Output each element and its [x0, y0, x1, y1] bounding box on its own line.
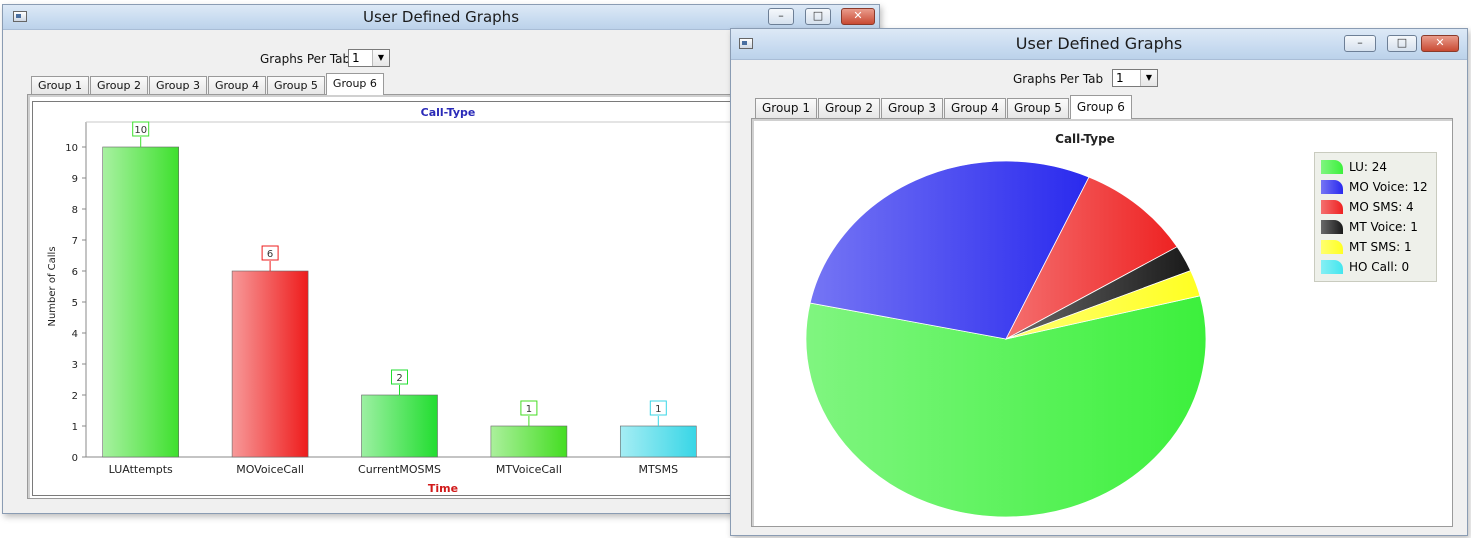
y-tick-label: 6	[72, 267, 78, 278]
graphs-per-tab-value: 1	[1116, 71, 1124, 85]
tab-group-1[interactable]: Group 1	[755, 98, 817, 119]
x-tick-label: CurrentMOSMS	[358, 463, 441, 476]
x-tick-label: MTVoiceCall	[496, 463, 562, 476]
legend-label: MO SMS: 4	[1349, 200, 1414, 214]
tab-strip: Group 1 Group 2 Group 3 Group 4 Group 5 Group…	[31, 73, 385, 95]
plot-frame: Call-Type 0 1 2 3 4 5 6 7 8 9 10 Number of Calls 10 LU…	[32, 101, 739, 496]
y-tick-label: 3	[72, 360, 78, 371]
window-title: User Defined Graphs	[362, 8, 520, 26]
legend-swatch	[1321, 240, 1343, 254]
minimize-button[interactable]: –	[1344, 35, 1376, 52]
bar-movoicecall[interactable]	[231, 270, 309, 458]
legend-item: MO Voice: 12	[1321, 177, 1430, 197]
tab-group-6[interactable]: Group 6	[325, 73, 384, 95]
y-tick-label: 4	[72, 329, 78, 340]
y-tick-label: 10	[65, 143, 78, 154]
data-label: 6	[267, 249, 273, 260]
y-tick-label: 7	[72, 236, 78, 247]
x-axis-label: Time	[428, 482, 458, 495]
legend-swatch	[1321, 220, 1343, 234]
legend-item: LU: 24	[1321, 157, 1430, 177]
bar-luattempts[interactable]	[102, 146, 179, 458]
graphs-per-tab-label: Graphs Per Tab	[260, 52, 351, 66]
y-tick-label: 8	[72, 205, 78, 216]
title-bar[interactable]: User Defined Graphs – □ ✕	[731, 29, 1467, 60]
legend-item: MT SMS: 1	[1321, 237, 1430, 257]
pie-legend: LU: 24 MO Voice: 12 MO SMS: 4 MT Voice: 1 MT…	[1314, 152, 1437, 282]
graphs-per-tab-select[interactable]: 1 ▼	[348, 49, 390, 67]
tab-group-3[interactable]: Group 3	[880, 98, 943, 119]
title-bar[interactable]: User Defined Graphs – □ ✕	[3, 5, 879, 30]
tab-group-2[interactable]: Group 2	[89, 76, 148, 95]
tab-group-5[interactable]: Group 5	[266, 76, 325, 95]
tab-group-4[interactable]: Group 4	[207, 76, 266, 95]
data-label: 10	[134, 125, 147, 136]
legend-label: MT SMS: 1	[1349, 240, 1412, 254]
y-axis-label: Number of Calls	[47, 246, 58, 326]
y-tick-label: 2	[72, 391, 78, 402]
chevron-down-icon[interactable]: ▼	[1140, 70, 1157, 86]
tab-group-6[interactable]: Group 6	[1069, 95, 1132, 119]
maximize-button[interactable]: □	[805, 8, 831, 25]
legend-label: MO Voice: 12	[1349, 180, 1428, 194]
legend-label: MT Voice: 1	[1349, 220, 1418, 234]
x-tick-label: LUAttempts	[109, 463, 173, 476]
tab-strip: Group 1 Group 2 Group 3 Group 4 Group 5 Group…	[755, 95, 1133, 119]
legend-item: MT Voice: 1	[1321, 217, 1430, 237]
close-button[interactable]: ✕	[1421, 35, 1459, 52]
legend-swatch	[1321, 180, 1343, 194]
tab-group-2[interactable]: Group 2	[817, 98, 880, 119]
y-tick-label: 0	[72, 453, 78, 464]
legend-item: MO SMS: 4	[1321, 197, 1430, 217]
chart-title: Call-Type	[1055, 132, 1115, 146]
maximize-button[interactable]: □	[1387, 35, 1417, 52]
bar-mtvoicecall[interactable]	[490, 425, 568, 458]
chevron-down-icon[interactable]: ▼	[372, 50, 389, 66]
data-label: 1	[655, 404, 661, 415]
y-tick-label: 1	[72, 422, 78, 433]
close-button[interactable]: ✕	[841, 8, 875, 25]
y-tick-label: 5	[72, 298, 78, 309]
pie-chart-window: User Defined Graphs – □ ✕ Graphs Per Tab…	[730, 28, 1468, 536]
x-tick-label: MOVoiceCall	[236, 463, 304, 476]
legend-swatch	[1321, 260, 1343, 274]
data-label: 1	[526, 404, 532, 415]
tab-group-4[interactable]: Group 4	[943, 98, 1006, 119]
legend-swatch	[1321, 160, 1343, 174]
graphs-per-tab-select[interactable]: 1 ▼	[1112, 69, 1158, 87]
tab-panel: Call-Type LU: 24 MO Voice: 12 MO SMS: 4 MT …	[751, 118, 1453, 527]
graphs-per-tab-value: 1	[352, 51, 360, 65]
legend-swatch	[1321, 200, 1343, 214]
bar-mtsms[interactable]	[619, 425, 697, 458]
x-tick-label: MTSMS	[638, 463, 678, 476]
y-tick-label: 9	[72, 174, 78, 185]
tab-group-5[interactable]: Group 5	[1006, 98, 1069, 119]
bar-currentmosms[interactable]	[361, 394, 438, 458]
graphs-per-tab-label: Graphs Per Tab	[1013, 72, 1104, 86]
tab-group-3[interactable]: Group 3	[148, 76, 207, 95]
legend-item: HO Call: 0	[1321, 257, 1430, 277]
bar-chart: Call-Type 0 1 2 3 4 5 6 7 8 9 10 Number of Calls 10 LU…	[47, 106, 733, 495]
chart-title: Call-Type	[421, 106, 476, 119]
minimize-button[interactable]: –	[768, 8, 794, 25]
data-label: 2	[396, 373, 402, 384]
legend-label: LU: 24	[1349, 160, 1387, 174]
tab-group-1[interactable]: Group 1	[31, 76, 89, 95]
legend-label: HO Call: 0	[1349, 260, 1410, 274]
